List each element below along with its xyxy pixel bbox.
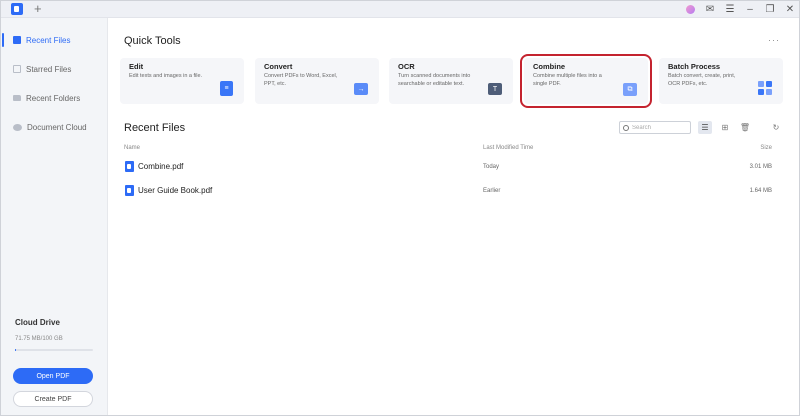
- tool-title: Convert: [264, 62, 293, 71]
- close-button[interactable]: ✕: [780, 0, 800, 18]
- cloud-drive-title: Cloud Drive: [15, 318, 60, 327]
- cloud-usage-bar: [15, 349, 93, 351]
- app-logo-icon: [11, 3, 23, 15]
- table-row[interactable]: User Guide Book.pdf Earlier 1.64 MB: [124, 181, 772, 203]
- account-avatar[interactable]: [680, 0, 700, 18]
- tool-description: Convert PDFs to Word, Excel, PPT, etc.: [264, 73, 338, 87]
- tool-title: Combine: [533, 62, 566, 71]
- sidebar-item-label: Recent Folders: [26, 93, 81, 103]
- tool-description: Edit texts and images in a file.: [129, 73, 203, 79]
- sidebar-item-recent-folders[interactable]: Recent Folders: [0, 87, 108, 109]
- grid-view-button[interactable]: ⊞: [718, 121, 732, 134]
- tool-card-ocr[interactable]: OCR Turn scanned documents into searchab…: [389, 58, 513, 104]
- sidebar-item-document-cloud[interactable]: Document Cloud: [0, 116, 108, 138]
- search-icon: [623, 124, 629, 131]
- refresh-icon[interactable]: ↻: [769, 121, 783, 134]
- tool-card-batch-process[interactable]: Batch Process Batch convert, create, pri…: [659, 58, 783, 104]
- combine-icon: ⧉: [623, 83, 637, 96]
- menu-icon[interactable]: ☰: [720, 0, 740, 18]
- sidebar: Recent Files Starred Files Recent Folder…: [0, 18, 108, 416]
- column-header-modified[interactable]: Last Modified Time: [483, 145, 533, 151]
- file-modified: Earlier: [483, 188, 501, 194]
- column-header-size[interactable]: Size: [760, 145, 772, 151]
- tool-description: Batch convert, create, print, OCR PDFs, …: [668, 73, 736, 87]
- avatar: [685, 4, 695, 14]
- mail-icon[interactable]: ✉: [700, 0, 720, 18]
- pdf-file-icon: [125, 185, 134, 196]
- convert-icon: →: [354, 83, 368, 95]
- recent-files-title: Recent Files: [124, 122, 186, 134]
- create-pdf-button[interactable]: Create PDF: [13, 391, 93, 407]
- tool-title: Batch Process: [668, 62, 721, 71]
- tool-description: Turn scanned documents into searchable o…: [398, 73, 471, 87]
- list-view-button[interactable]: ☰: [698, 121, 712, 134]
- table-row[interactable]: Combine.pdf Today 3.01 MB: [124, 157, 772, 179]
- cloud-usage-fill: [15, 349, 17, 351]
- pdf-file-icon: [125, 161, 134, 172]
- batch-process-icon: [758, 81, 772, 95]
- title-bar: + ✉ ☰ – ❐ ✕: [0, 0, 800, 18]
- tool-title: OCR: [398, 62, 415, 71]
- quick-tools-title: Quick Tools: [124, 35, 181, 47]
- more-options-button[interactable]: ···: [768, 35, 780, 45]
- folder-icon: [13, 95, 21, 101]
- sidebar-item-starred-files[interactable]: Starred Files: [0, 58, 108, 80]
- window-controls: ✉ ☰ – ❐ ✕: [680, 0, 800, 18]
- search-input[interactable]: [632, 124, 688, 131]
- edit-icon: ≡: [220, 81, 233, 96]
- tool-card-edit[interactable]: Edit Edit texts and images in a file. ≡: [120, 58, 244, 104]
- file-size: 1.64 MB: [749, 188, 772, 194]
- restore-button[interactable]: ❐: [760, 0, 780, 18]
- open-pdf-button[interactable]: Open PDF: [13, 368, 93, 384]
- ocr-icon: T: [488, 83, 502, 95]
- recent-files-icon: [13, 36, 21, 44]
- tool-title: Edit: [129, 62, 144, 71]
- sidebar-item-label: Starred Files: [26, 64, 72, 74]
- column-header-name[interactable]: Name: [124, 145, 140, 151]
- cloud-usage-text: 71.75 MB/100 GB: [15, 336, 63, 342]
- search-field[interactable]: [619, 121, 691, 134]
- tool-card-combine[interactable]: Combine Combine multiple files into a si…: [520, 54, 652, 108]
- file-size: 3.01 MB: [749, 164, 772, 170]
- file-name: Combine.pdf: [138, 162, 184, 171]
- file-modified: Today: [483, 164, 500, 170]
- sidebar-item-label: Recent Files: [26, 35, 71, 45]
- sidebar-item-recent-files[interactable]: Recent Files: [0, 29, 108, 51]
- cloud-icon: [13, 123, 22, 131]
- main-content: Quick Tools ··· Edit Edit texts and imag…: [108, 18, 800, 416]
- sidebar-item-label: Document Cloud: [27, 122, 87, 132]
- new-tab-button[interactable]: +: [34, 1, 42, 17]
- minimize-button[interactable]: –: [740, 0, 760, 18]
- star-icon: [13, 65, 21, 73]
- file-name: User Guide Book.pdf: [138, 186, 213, 195]
- tool-card-convert[interactable]: Convert Convert PDFs to Word, Excel, PPT…: [255, 58, 379, 104]
- tool-description: Combine multiple files into a single PDF…: [533, 73, 602, 87]
- delete-icon[interactable]: 🗑: [738, 121, 752, 134]
